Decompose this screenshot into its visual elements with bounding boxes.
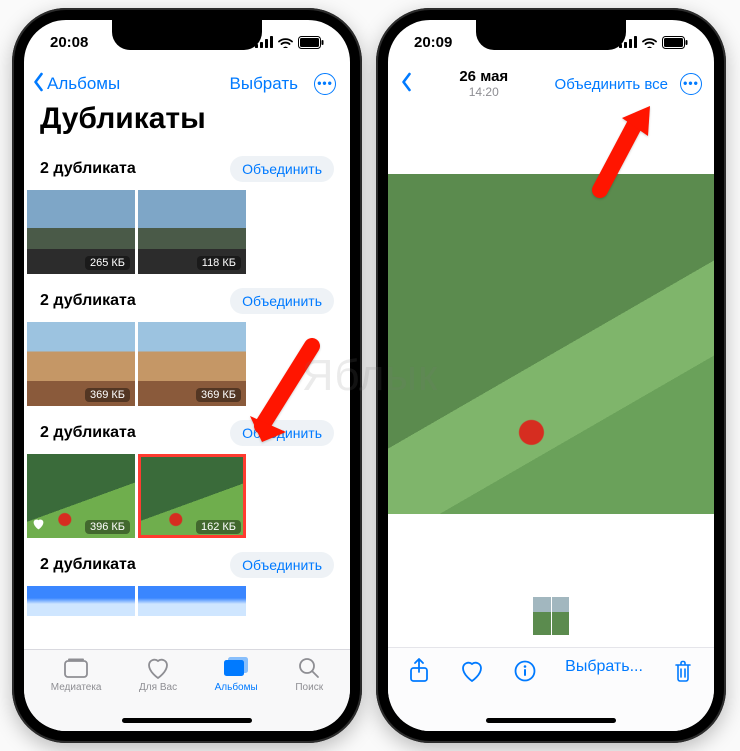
delete-button[interactable]	[670, 658, 696, 684]
home-indicator[interactable]	[486, 718, 616, 723]
photo-thumb[interactable]	[27, 586, 135, 616]
battery-icon	[298, 36, 324, 49]
photo-thumb[interactable]: 369 КБ	[138, 322, 246, 406]
duplicates-list[interactable]: 2 дубликата Объединить 265 КБ 118 КБ 2 д…	[24, 146, 350, 666]
nav-title: 26 мая 14:20	[459, 69, 508, 99]
duplicate-group: 2 дубликата Объединить	[24, 542, 350, 616]
tab-search[interactable]: Поиск	[295, 656, 323, 731]
status-time: 20:08	[50, 34, 88, 51]
wifi-icon	[641, 36, 658, 48]
chevron-left-icon	[32, 72, 45, 97]
duplicate-group: 2 дубликата Объединить 369 КБ 369 КБ	[24, 278, 350, 406]
albums-icon	[222, 656, 250, 680]
mini-thumb[interactable]	[533, 597, 551, 635]
select-button[interactable]: Выбрать...	[565, 658, 643, 676]
favorite-icon	[32, 518, 45, 533]
status-time: 20:09	[414, 34, 452, 51]
library-icon	[62, 656, 90, 680]
mini-thumb[interactable]	[551, 597, 569, 635]
phone-left: 20:08 Альбомы Выбрать	[12, 8, 362, 743]
merge-all-button[interactable]: Объединить все	[555, 76, 668, 93]
info-button[interactable]	[512, 658, 538, 684]
more-button[interactable]: •••	[314, 73, 336, 95]
back-button[interactable]: Альбомы	[32, 72, 120, 97]
ellipsis-icon: •••	[317, 77, 333, 89]
back-label: Альбомы	[47, 74, 120, 94]
photo-thumb[interactable]	[138, 586, 246, 616]
bottom-toolbar: Выбрать...	[388, 647, 714, 731]
wifi-icon	[277, 36, 294, 48]
share-button[interactable]	[406, 658, 432, 684]
for-you-icon	[144, 656, 172, 680]
merge-button[interactable]: Объединить	[230, 552, 334, 578]
photo-thumb[interactable]: 265 КБ	[27, 190, 135, 274]
nav-bar: Альбомы Выбрать •••	[24, 64, 350, 102]
group-count: 2 дубликата	[40, 160, 136, 178]
tab-bar: Медиатека Для Вас Альбомы Поиск	[24, 649, 350, 731]
thumbnail-strip[interactable]	[533, 597, 569, 635]
tab-library[interactable]: Медиатека	[51, 656, 102, 731]
favorite-button[interactable]	[459, 658, 485, 684]
select-button[interactable]: Выбрать	[230, 74, 298, 94]
ellipsis-icon: •••	[683, 77, 699, 89]
group-count: 2 дубликата	[40, 424, 136, 442]
home-indicator[interactable]	[122, 718, 252, 723]
duplicate-group: 2 дубликата Объединить 396 КБ 162 КБ	[24, 410, 350, 538]
duplicate-group: 2 дубликата Объединить 265 КБ 118 КБ	[24, 146, 350, 274]
page-title: Дубликаты	[24, 102, 350, 146]
photo-detail[interactable]	[388, 174, 714, 514]
group-count: 2 дубликата	[40, 292, 136, 310]
more-button[interactable]: •••	[680, 73, 702, 95]
nav-bar: 26 мая 14:20 Объединить все •••	[388, 64, 714, 104]
photo-thumb[interactable]: 396 КБ	[27, 454, 135, 538]
merge-button[interactable]: Объединить	[230, 288, 334, 314]
photo-thumb[interactable]: 369 КБ	[27, 322, 135, 406]
merge-button[interactable]: Объединить	[230, 156, 334, 182]
back-button[interactable]	[400, 72, 413, 97]
battery-icon	[662, 36, 688, 49]
phone-right: 20:09 26 мая 14:20 О	[376, 8, 726, 743]
merge-button[interactable]: Объединить	[230, 420, 334, 446]
photo-thumb-selected[interactable]: 162 КБ	[138, 454, 246, 538]
search-icon	[295, 656, 323, 680]
photo-thumb[interactable]: 118 КБ	[138, 190, 246, 274]
group-count: 2 дубликата	[40, 556, 136, 574]
